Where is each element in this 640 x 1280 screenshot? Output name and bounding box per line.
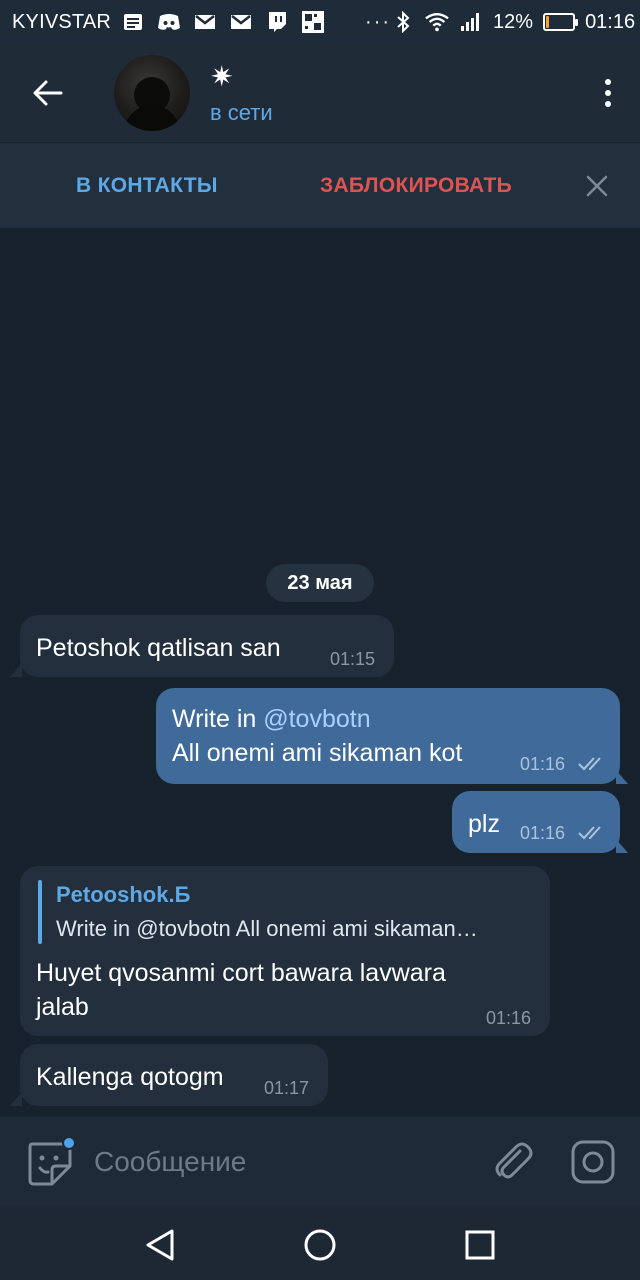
bluetooth-icon bbox=[391, 11, 415, 33]
message-outgoing[interactable]: Write in @tovbotn All onemi ami sikaman … bbox=[156, 688, 620, 784]
grid-app-icon bbox=[301, 11, 325, 33]
sticker-button[interactable] bbox=[24, 1136, 76, 1188]
message-text: Petoshok qatlisan san bbox=[36, 634, 281, 662]
date-separator: 23 мая bbox=[266, 564, 374, 602]
wifi-icon bbox=[425, 11, 449, 33]
message-composer: Сообщение bbox=[0, 1117, 640, 1207]
new-stickers-dot bbox=[62, 1136, 76, 1150]
message-incoming[interactable]: Kallenga qotogm 01:17 bbox=[20, 1044, 328, 1106]
chat-header: ✷ в сети bbox=[0, 44, 640, 142]
status-bar: KYIVSTAR ··· 12% 01:16 bbox=[0, 0, 640, 44]
message-text-prefix: Write in bbox=[172, 705, 264, 733]
message-incoming-reply[interactable]: Petooshok.Б Write in @tovbotn All onemi … bbox=[20, 866, 550, 1036]
add-contact-button[interactable]: В КОНТАКТЫ bbox=[76, 143, 218, 229]
chat-name: ✷ bbox=[210, 61, 234, 92]
clock: 01:16 bbox=[585, 10, 636, 33]
online-status: в сети bbox=[210, 100, 273, 125]
message-text: jalab bbox=[36, 993, 89, 1021]
gmail-icon bbox=[229, 11, 253, 33]
more-notifications: ··· bbox=[365, 10, 392, 33]
block-user-button[interactable]: ЗАБЛОКИРОВАТЬ bbox=[320, 143, 512, 229]
attach-button[interactable] bbox=[490, 1139, 534, 1183]
message-time: 01:16 bbox=[520, 754, 566, 774]
message-time: 01:17 bbox=[264, 1078, 310, 1098]
signal-icon bbox=[459, 11, 483, 33]
message-text: Huyet qvosanmi cort bawara lavwara bbox=[36, 959, 446, 987]
battery-icon bbox=[543, 13, 579, 31]
message-time: 01:15 bbox=[330, 649, 376, 669]
circle-home-icon bbox=[304, 1229, 336, 1261]
message-incoming[interactable]: Petoshok qatlisan san 01:15 bbox=[20, 615, 394, 677]
close-icon bbox=[586, 175, 608, 197]
close-action-bar-button[interactable] bbox=[580, 143, 614, 229]
message-time: 01:16 bbox=[486, 1008, 532, 1028]
message-outgoing[interactable]: plz 01:16 bbox=[452, 791, 620, 853]
instagram-camera-button[interactable] bbox=[570, 1139, 616, 1185]
reply-preview[interactable]: Write in @tovbotn All onemi ami sikaman… bbox=[56, 916, 478, 942]
nav-home-button[interactable] bbox=[300, 1225, 340, 1265]
arrow-left-icon bbox=[33, 80, 63, 106]
square-recents-icon bbox=[465, 1230, 495, 1260]
notes-icon bbox=[121, 11, 145, 33]
reply-author[interactable]: Petooshok.Б bbox=[56, 882, 190, 908]
contact-action-bar: В КОНТАКТЫ ЗАБЛОКИРОВАТЬ bbox=[0, 142, 640, 228]
message-time: 01:16 bbox=[520, 823, 566, 843]
message-text: All onemi ami sikaman kot bbox=[172, 739, 463, 767]
chat-title-block[interactable]: ✷ в сети bbox=[210, 60, 273, 126]
reply-quote-bar bbox=[38, 880, 42, 944]
twitch-icon bbox=[265, 11, 289, 33]
double-check-icon bbox=[578, 826, 601, 840]
kebab-dot bbox=[605, 101, 611, 107]
system-icons: 12% 01:16 bbox=[391, 11, 635, 34]
carrier-name: KYIVSTAR bbox=[12, 10, 112, 33]
discord-icon bbox=[157, 11, 181, 33]
kebab-dot bbox=[605, 90, 611, 96]
avatar[interactable] bbox=[114, 55, 190, 131]
paperclip-icon bbox=[495, 1142, 533, 1179]
gmail-icon bbox=[193, 11, 217, 33]
system-nav-bar bbox=[0, 1207, 640, 1280]
triangle-back-icon bbox=[146, 1229, 174, 1261]
nav-recents-button[interactable] bbox=[460, 1225, 500, 1265]
battery-level bbox=[546, 16, 550, 28]
mention-link[interactable]: @tovbotn bbox=[263, 705, 370, 733]
message-text: plz bbox=[468, 810, 500, 838]
back-button[interactable] bbox=[0, 44, 96, 142]
double-check-icon bbox=[578, 757, 601, 771]
message-line: Write in @tovbotn bbox=[172, 702, 371, 736]
message-input[interactable]: Сообщение bbox=[94, 1146, 246, 1178]
kebab-dot bbox=[605, 79, 611, 85]
more-options-button[interactable] bbox=[576, 44, 640, 142]
notification-icons: ··· bbox=[121, 11, 391, 34]
message-text: Kallenga qotogm bbox=[36, 1063, 224, 1091]
nav-back-button[interactable] bbox=[140, 1225, 180, 1265]
battery-percent: 12% bbox=[493, 10, 534, 33]
camera-icon bbox=[571, 1140, 615, 1184]
